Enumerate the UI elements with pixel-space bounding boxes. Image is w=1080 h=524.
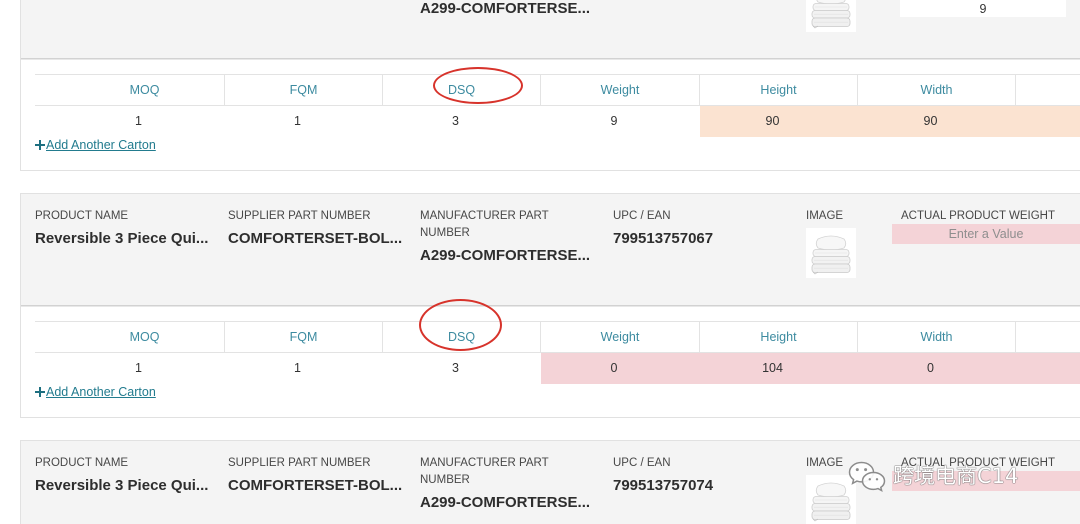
column-header-height: Height <box>700 75 858 105</box>
manufacturer-part-number-value: A299-COMFORTERSE... <box>420 247 591 264</box>
product-name-label: PRODUCT NAME <box>35 210 129 222</box>
column-header-width: Width <box>858 322 1016 352</box>
column-header-weight: Weight <box>541 75 700 105</box>
product-carton-list: A299-COMFORTERSE... MOQ FQM DSQ Weight H… <box>0 0 1080 524</box>
column-header-width: Width <box>858 75 1016 105</box>
carton-values-row: 1 1 3 9 90 90 <box>35 106 1080 137</box>
actual-product-weight-input[interactable] <box>892 471 1080 491</box>
column-header-moq: MOQ <box>35 75 225 105</box>
upc-ean-label: UPC / EAN <box>613 210 671 222</box>
overflow-value[interactable] <box>1016 353 1080 384</box>
supplier-part-number-label: SUPPLIER PART NUMBER <box>228 210 371 222</box>
manufacturer-part-number-label: MANUFACTURER PART NUMBER <box>420 210 549 239</box>
fqm-value[interactable]: 1 <box>225 106 383 137</box>
comforter-thumbnail-icon <box>806 0 856 32</box>
fqm-value[interactable]: 1 <box>225 353 383 384</box>
width-value[interactable]: 0 <box>858 353 1016 384</box>
carton-table: MOQ FQM DSQ Weight Height Width 1 1 3 0 … <box>35 321 1080 384</box>
height-value[interactable]: 90 <box>700 106 858 137</box>
column-header-moq: MOQ <box>35 322 225 352</box>
overflow-value[interactable] <box>1016 106 1080 137</box>
product-image <box>806 475 856 524</box>
column-header-overflow <box>1016 322 1080 352</box>
carton-header-row: MOQ FQM DSQ Weight Height Width <box>35 321 1080 353</box>
carton-table: MOQ FQM DSQ Weight Height Width 1 1 3 9 … <box>35 74 1080 137</box>
add-another-carton-link[interactable]: Add Another Carton <box>35 137 156 153</box>
actual-product-weight-input[interactable] <box>892 224 1080 244</box>
product-card: A299-COMFORTERSE... MOQ FQM DSQ Weight H… <box>20 0 1080 171</box>
supplier-part-number-value: COMFORTERSET-BOL... <box>228 477 403 494</box>
column-header-dsq: DSQ <box>383 322 541 352</box>
comforter-thumbnail-icon <box>806 475 856 524</box>
actual-product-weight-label: ACTUAL PRODUCT WEIGHT <box>901 210 1055 222</box>
add-another-carton-label: Add Another Carton <box>46 138 156 152</box>
add-another-carton-label: Add Another Carton <box>46 385 156 399</box>
moq-value[interactable]: 1 <box>35 106 225 137</box>
product-summary: A299-COMFORTERSE... <box>21 0 1080 59</box>
column-header-height: Height <box>700 322 858 352</box>
dsq-value[interactable]: 3 <box>383 353 541 384</box>
plus-icon <box>35 140 45 150</box>
upc-ean-value: 799513757074 <box>613 477 714 494</box>
plus-icon <box>35 387 45 397</box>
product-image <box>806 0 856 32</box>
product-card: PRODUCT NAME Reversible 3 Piece Qui... S… <box>20 193 1080 418</box>
product-card: PRODUCT NAME Reversible 3 Piece Qui... S… <box>20 440 1080 524</box>
weight-value[interactable]: 9 <box>541 106 700 137</box>
product-name-label: PRODUCT NAME <box>35 457 129 469</box>
comforter-thumbnail-icon <box>806 228 856 278</box>
image-label: IMAGE <box>806 210 844 222</box>
product-name-value: Reversible 3 Piece Qui... <box>35 230 209 247</box>
carton-values-row: 1 1 3 0 104 0 <box>35 353 1080 384</box>
height-value[interactable]: 104 <box>700 353 858 384</box>
product-image <box>806 228 856 278</box>
image-label: IMAGE <box>806 457 844 469</box>
manufacturer-part-number-label: MANUFACTURER PART NUMBER <box>420 457 549 486</box>
actual-product-weight-input[interactable] <box>900 0 1066 17</box>
column-header-fqm: FQM <box>225 75 383 105</box>
column-header-overflow <box>1016 75 1080 105</box>
upc-ean-label: UPC / EAN <box>613 457 671 469</box>
product-name-value: Reversible 3 Piece Qui... <box>35 477 209 494</box>
supplier-part-number-value: COMFORTERSET-BOL... <box>228 230 403 247</box>
product-summary: PRODUCT NAME Reversible 3 Piece Qui... S… <box>21 441 1080 524</box>
column-header-dsq: DSQ <box>383 75 541 105</box>
manufacturer-part-number-value: A299-COMFORTERSE... <box>420 0 591 17</box>
moq-value[interactable]: 1 <box>35 353 225 384</box>
column-header-fqm: FQM <box>225 322 383 352</box>
upc-ean-value: 799513757067 <box>613 230 714 247</box>
manufacturer-part-number-value: A299-COMFORTERSE... <box>420 494 591 511</box>
carton-header-row: MOQ FQM DSQ Weight Height Width <box>35 74 1080 106</box>
supplier-part-number-label: SUPPLIER PART NUMBER <box>228 457 371 469</box>
add-another-carton-link[interactable]: Add Another Carton <box>35 384 156 400</box>
product-summary: PRODUCT NAME Reversible 3 Piece Qui... S… <box>21 194 1080 306</box>
weight-value[interactable]: 0 <box>541 353 700 384</box>
width-value[interactable]: 90 <box>858 106 1016 137</box>
column-header-weight: Weight <box>541 322 700 352</box>
actual-product-weight-label: ACTUAL PRODUCT WEIGHT <box>901 457 1055 469</box>
dsq-value[interactable]: 3 <box>383 106 541 137</box>
